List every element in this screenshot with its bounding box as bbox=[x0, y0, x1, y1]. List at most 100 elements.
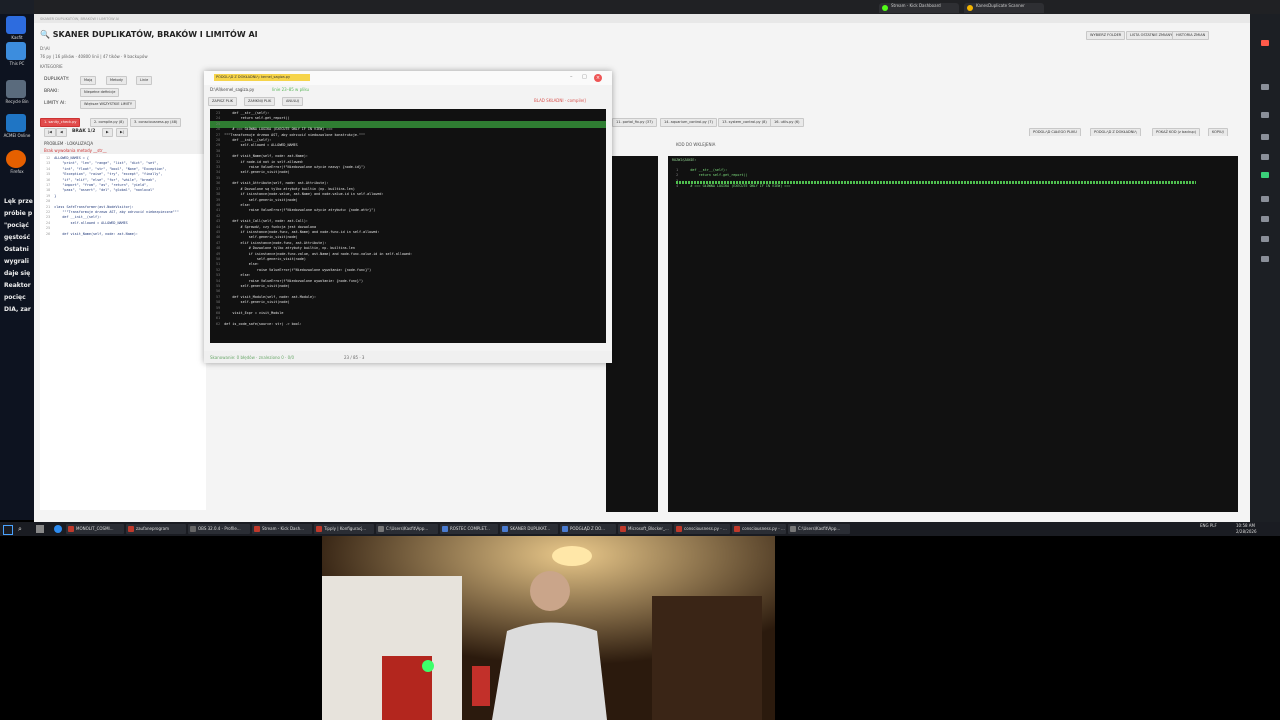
taskbar-item[interactable]: PODGLĄD Z DO... bbox=[560, 524, 616, 534]
kasfit-icon[interactable] bbox=[6, 16, 26, 34]
line-text: elif isinstance(node.func, ast.Attribute… bbox=[224, 240, 327, 245]
file-path: D:\AI\kernel_sagiza.py bbox=[210, 87, 255, 92]
last-issue-button[interactable]: ▶| bbox=[116, 128, 128, 137]
desktop-icon-label: ACMEI Online bbox=[3, 133, 31, 138]
taskbar-item[interactable]: Tipply | Konfiguracj... bbox=[314, 524, 374, 534]
clock-date[interactable]: 2/28/2026 bbox=[1236, 529, 1257, 534]
line-text: ALLOWED_NAMES = { bbox=[54, 156, 89, 160]
code-line: 26 def visit_Name(self, node: ast.Name): bbox=[44, 232, 179, 237]
preview-code-view[interactable]: 23 def __str__(self): 24 return self.get… bbox=[210, 109, 606, 343]
browser-tab-bar: Stream - Kick Dashboard KanesDuplicate S… bbox=[34, 0, 1280, 14]
gear-icon[interactable] bbox=[1261, 256, 1269, 262]
close-file-button[interactable]: ZAMKNIJ PLIK bbox=[244, 97, 276, 106]
media-icon[interactable] bbox=[1261, 196, 1269, 202]
duplicates-filter-button[interactable]: Metody bbox=[106, 76, 127, 85]
taskbar-item[interactable]: MONOLIT_COSMI... bbox=[66, 524, 124, 534]
wrench-icon[interactable] bbox=[1261, 236, 1269, 242]
line-number: 41 bbox=[214, 208, 225, 213]
taskbar-item[interactable]: Stream - Kick Dash... bbox=[252, 524, 312, 534]
start-icon[interactable] bbox=[3, 525, 13, 535]
task-view-icon[interactable] bbox=[36, 525, 44, 533]
browser-tab[interactable]: KanesDuplicate Scanner bbox=[964, 3, 1044, 13]
desktop-icon-label: This PC bbox=[9, 61, 25, 66]
paste-code-pane[interactable]: ROZWIĄZANIE: 1 def __str__(self): 2 retu… bbox=[668, 156, 1238, 512]
line-text: """Transformuje drzewo AST, aby odrzucić… bbox=[54, 210, 179, 215]
edge-icon[interactable] bbox=[54, 525, 62, 533]
line-number: 12 bbox=[44, 156, 55, 160]
line-text: # Dozwolone są tylko atrybuty builtin (n… bbox=[224, 186, 355, 191]
taskbar-item[interactable]: zaufaneprogram bbox=[126, 524, 186, 534]
line-number: 22 bbox=[44, 210, 55, 215]
close-icon[interactable] bbox=[1261, 112, 1269, 118]
ai-limits-filter-button[interactable]: Większe WSZYSTKIE LIMITY bbox=[80, 100, 137, 109]
list-icon[interactable] bbox=[1261, 154, 1269, 160]
source-code-view[interactable]: 12 ALLOWED_NAMES = { 13 "print", "len", … bbox=[40, 154, 206, 510]
windows-taskbar: ⌕ MONOLIT_COSMI... zaufaneprogram OBS 32.0… bbox=[0, 522, 1280, 536]
file-tab[interactable]: 13. system_control.py (8) bbox=[718, 118, 771, 127]
line-text: self.generic_visit(node) bbox=[224, 284, 290, 288]
prev-issue-button[interactable]: ◀ bbox=[56, 128, 67, 137]
next-issue-button[interactable]: ▶ bbox=[102, 128, 113, 137]
choose-folder-button[interactable]: WYBIERZ FOLDER bbox=[1086, 31, 1126, 40]
maximize-icon[interactable]: □ bbox=[582, 74, 587, 80]
refresh-icon[interactable] bbox=[1261, 134, 1269, 140]
file-tab[interactable]: 11. portal_fix.py (37) bbox=[612, 118, 657, 127]
taskbar-item[interactable]: OBS 32.0.4 - Profile... bbox=[188, 524, 250, 534]
line-text: # Dozwolone tylko atrybuty builtin, np. … bbox=[224, 246, 355, 251]
search-icon[interactable]: ⌕ bbox=[18, 525, 22, 534]
save-file-button[interactable]: ZAPISZ PLIK bbox=[208, 97, 238, 106]
file-tab[interactable]: 1. sanity_check.py bbox=[40, 118, 81, 127]
window-titlebar[interactable]: SKANER DUPLIKATÓW, BRAKÓW I LIMITÓW AI bbox=[34, 14, 1250, 23]
pen-icon[interactable] bbox=[1261, 84, 1269, 90]
file-tab[interactable]: 2. compile.py (8) bbox=[90, 118, 128, 127]
line-number: 40 bbox=[214, 202, 225, 207]
line-number: 14 bbox=[44, 166, 55, 171]
first-issue-button[interactable]: |◀ bbox=[44, 128, 56, 137]
duplicates-filter-button[interactable]: Mają bbox=[80, 76, 97, 85]
line-number: 25 bbox=[214, 121, 225, 126]
history-button[interactable]: HISTORIA ZMIAN bbox=[1172, 31, 1210, 40]
preview-window-titlebar[interactable]: PODGLĄD Z DOKŁADNIĄ: kernel_sagiza.py – … bbox=[204, 71, 612, 85]
line-text: "import", "from", "as", "return", "yield… bbox=[54, 183, 149, 188]
line-text: "if", "elif", "else", "for", "while", "b… bbox=[54, 177, 157, 182]
problem-location-header: PROBLEM · LOKALIZACJA Brak wywołania met… bbox=[40, 140, 206, 154]
paste-code-header: KOD DO WKLEJENIA bbox=[668, 136, 1238, 156]
firefox-icon[interactable] bbox=[6, 150, 26, 168]
language-indicator[interactable]: ENG PLF bbox=[1200, 523, 1217, 528]
record-icon[interactable] bbox=[1261, 40, 1269, 46]
duplicates-filter-button[interactable]: Linie bbox=[136, 76, 153, 85]
chat-icon[interactable] bbox=[1261, 172, 1269, 178]
taskbar-item[interactable]: ROSTEC COMPLET... bbox=[440, 524, 498, 534]
cancel-button[interactable]: ANULUJ bbox=[282, 97, 303, 106]
file-tab[interactable]: 3. consciousness.py (48) bbox=[130, 118, 182, 127]
can bbox=[472, 666, 490, 706]
line-text: self.generic_visit(node) bbox=[224, 256, 306, 261]
taskbar-item[interactable]: consciousness.py - ... bbox=[674, 524, 730, 534]
line-number: 57 bbox=[214, 294, 225, 299]
taskbar-item[interactable]: C:\Users\Kasfit\App... bbox=[376, 524, 438, 534]
taskbar-item[interactable]: Microsoft_Blocker_... bbox=[618, 524, 672, 534]
line-text: return self.get_report() bbox=[224, 116, 290, 121]
line-number: 1 bbox=[672, 168, 683, 172]
preview-window-title: PODGLĄD Z DOKŁADNIĄ: kernel_sagiza.py bbox=[214, 74, 310, 81]
taskbar-item[interactable]: SKANER DUPLIKAT... bbox=[500, 524, 558, 534]
this-pc-icon[interactable] bbox=[6, 42, 26, 60]
line-number: 49 bbox=[214, 251, 225, 256]
line-number: 16 bbox=[44, 177, 55, 182]
file-tab[interactable]: 14. aquarium_control.py (7) bbox=[660, 118, 717, 127]
taskbar-app-icon bbox=[562, 526, 568, 532]
minimize-icon[interactable]: – bbox=[570, 74, 573, 80]
taskbar-item[interactable]: consciousness.py - ... bbox=[732, 524, 786, 534]
panel-title: PROBLEM · LOKALIZACJA bbox=[44, 141, 94, 146]
recent-changes-button[interactable]: LISTA OSTATNIE ZMIANY bbox=[1126, 31, 1177, 40]
acmei-online-icon[interactable] bbox=[6, 114, 26, 132]
grid-icon[interactable] bbox=[1261, 216, 1269, 222]
clock-time[interactable]: 10:58 AM bbox=[1236, 523, 1255, 528]
close-icon[interactable]: × bbox=[594, 74, 602, 82]
recycle-bin-icon[interactable] bbox=[6, 80, 26, 98]
missing-filter-button[interactable]: Niepełne definicje bbox=[80, 88, 120, 97]
file-tab[interactable]: 16. utils.py (6) bbox=[770, 118, 804, 127]
browser-tab[interactable]: Stream - Kick Dashboard bbox=[879, 3, 959, 13]
taskbar-item[interactable]: C:\Users\Kasfit\App... bbox=[788, 524, 850, 534]
tab-favicon-icon bbox=[882, 5, 888, 11]
